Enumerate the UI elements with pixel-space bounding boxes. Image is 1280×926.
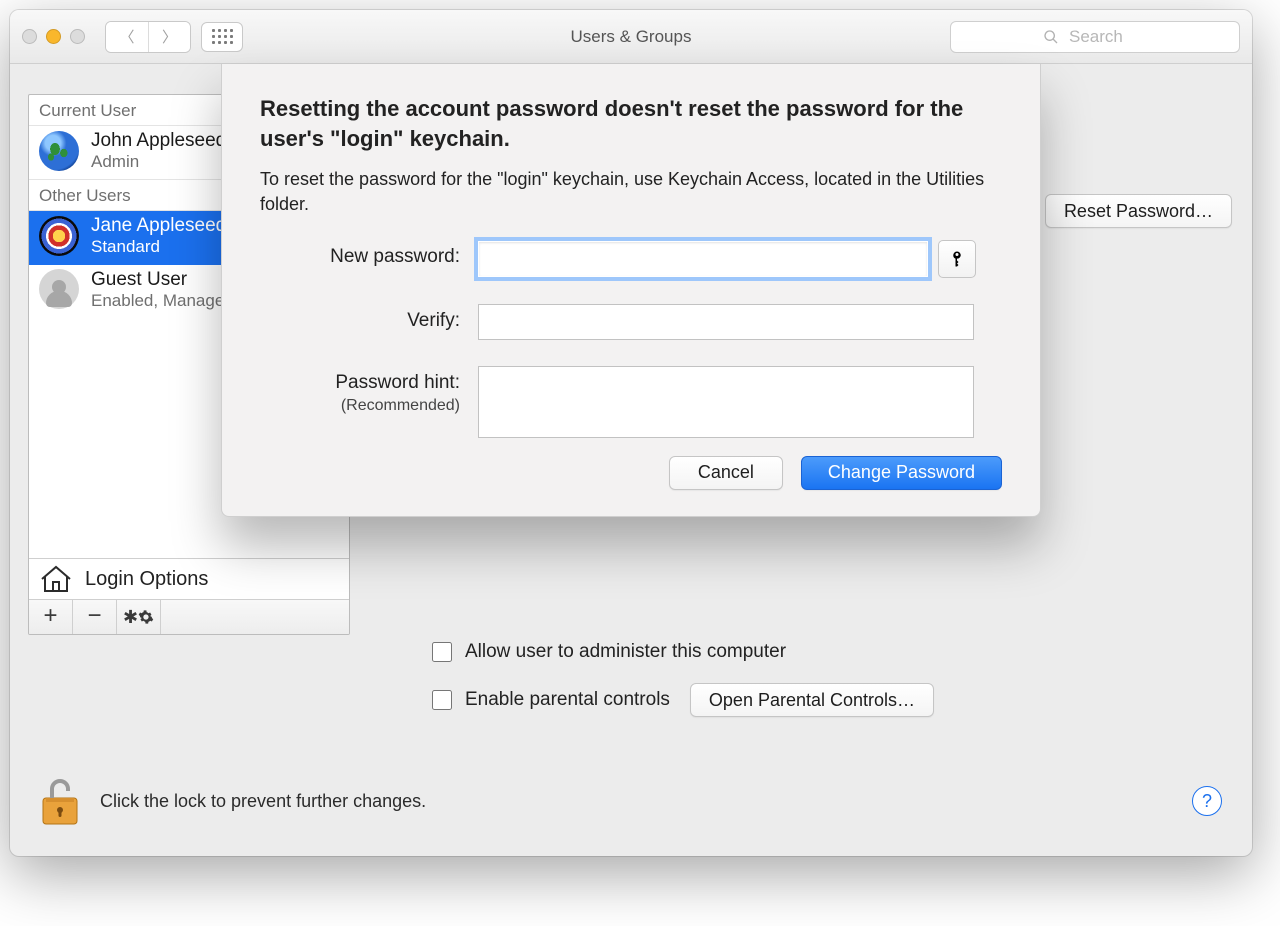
avatar	[39, 131, 79, 171]
change-password-button[interactable]: Change Password	[801, 456, 1002, 490]
chevron-right-icon: 〉	[162, 26, 177, 47]
search-field[interactable]	[950, 21, 1240, 53]
actions-menu-button[interactable]	[117, 600, 161, 634]
allow-admin-label: Allow user to administer this computer	[465, 641, 786, 663]
new-password-row: New password:	[260, 240, 1002, 278]
parental-controls-label: Enable parental controls	[465, 689, 670, 711]
login-options-row[interactable]: Login Options	[29, 558, 349, 599]
user-name: Guest User	[91, 269, 234, 291]
nav-segment: 〈 〉	[105, 21, 191, 53]
allow-admin-input[interactable]	[432, 642, 452, 662]
help-button[interactable]: ?	[1192, 786, 1222, 816]
forward-button[interactable]: 〉	[148, 22, 190, 52]
window-controls	[22, 29, 85, 44]
user-name: Jane Appleseed	[91, 215, 226, 237]
sheet-actions: Cancel Change Password	[260, 456, 1002, 490]
login-options-label: Login Options	[85, 568, 208, 591]
user-role: Enabled, Managed	[91, 291, 234, 311]
show-all-button[interactable]	[201, 22, 243, 52]
search-input[interactable]	[1067, 26, 1147, 48]
zoom-window-button[interactable]	[70, 29, 85, 44]
minimize-window-button[interactable]	[46, 29, 61, 44]
grid-icon	[212, 29, 233, 44]
unlocked-padlock-icon[interactable]	[40, 776, 80, 826]
verify-password-label: Verify:	[260, 304, 460, 332]
password-hint-input[interactable]	[478, 366, 974, 438]
reset-password-sheet: Resetting the account password doesn't r…	[221, 64, 1041, 517]
password-hint-label: Password hint:	[335, 372, 460, 393]
avatar	[39, 269, 79, 309]
back-button[interactable]: 〈	[106, 22, 148, 52]
titlebar: 〈 〉 Users & Groups	[10, 10, 1252, 64]
parental-controls-input[interactable]	[432, 690, 452, 710]
parental-controls-checkbox[interactable]: Enable parental controls	[428, 687, 670, 713]
allow-admin-checkbox[interactable]: Allow user to administer this computer	[428, 639, 934, 665]
chevron-left-icon: 〈	[119, 26, 134, 47]
avatar	[39, 216, 79, 256]
search-icon	[1043, 29, 1059, 45]
password-hint-sublabel: (Recommended)	[341, 397, 460, 414]
sheet-description: To reset the password for the "login" ke…	[260, 167, 1002, 216]
lock-row: Click the lock to prevent further change…	[10, 754, 1252, 856]
remove-user-button[interactable]	[73, 600, 117, 634]
cancel-button[interactable]: Cancel	[669, 456, 783, 490]
sheet-heading: Resetting the account password doesn't r…	[260, 94, 1002, 153]
user-name: John Appleseed	[91, 130, 226, 152]
verify-password-row: Verify:	[260, 304, 1002, 340]
user-role: Standard	[91, 237, 226, 257]
user-role: Admin	[91, 152, 226, 172]
key-icon	[948, 249, 966, 269]
new-password-label: New password:	[260, 240, 460, 268]
preferences-window: 〈 〉 Users & Groups Current User	[10, 10, 1252, 856]
gear-icon	[138, 608, 154, 626]
sidebar-footer-buttons	[29, 599, 349, 634]
password-assistant-button[interactable]	[938, 240, 976, 278]
help-icon: ?	[1202, 791, 1212, 812]
reset-password-button[interactable]: Reset Password…	[1045, 194, 1232, 228]
new-password-input[interactable]	[478, 241, 928, 277]
close-window-button[interactable]	[22, 29, 37, 44]
open-parental-controls-button[interactable]: Open Parental Controls…	[690, 683, 934, 717]
home-icon	[39, 565, 73, 593]
lock-message: Click the lock to prevent further change…	[100, 791, 426, 812]
verify-password-input[interactable]	[478, 304, 974, 340]
add-user-button[interactable]	[29, 600, 73, 634]
password-hint-row: Password hint: (Recommended)	[260, 366, 1002, 438]
